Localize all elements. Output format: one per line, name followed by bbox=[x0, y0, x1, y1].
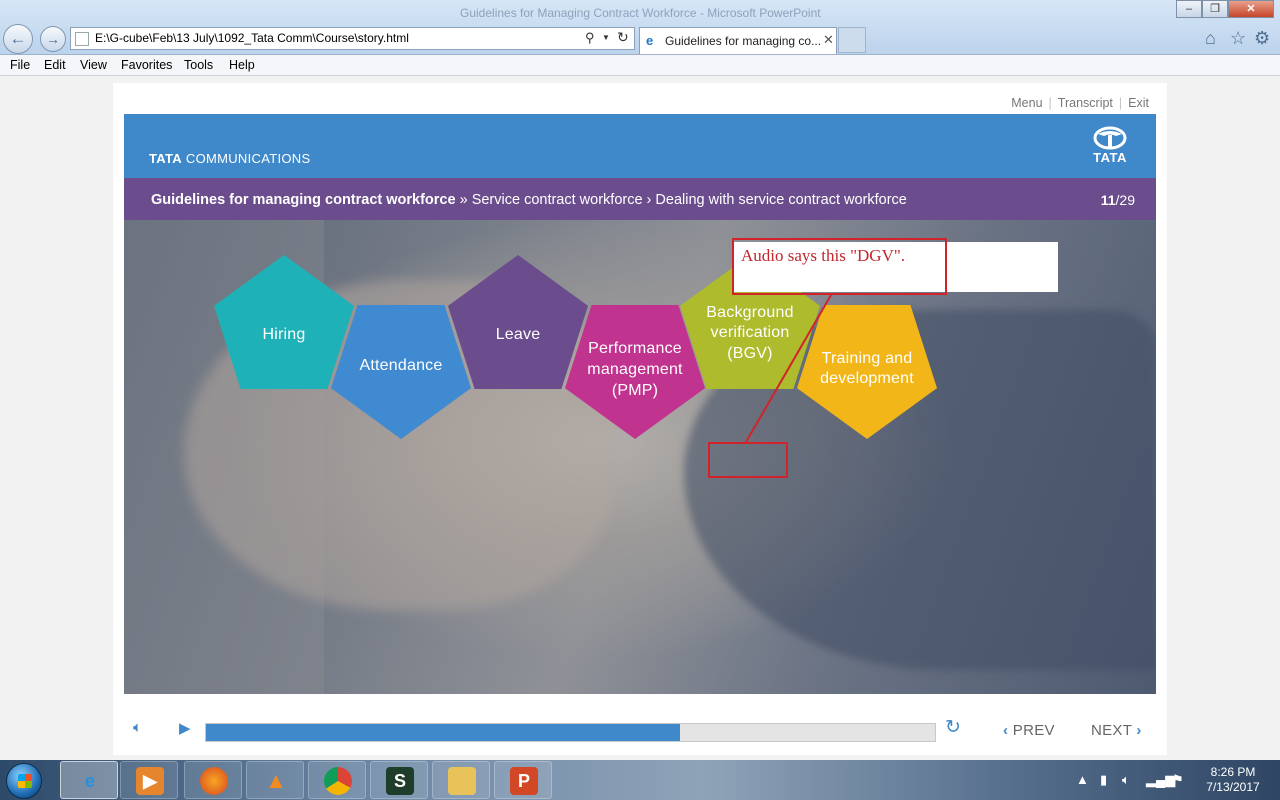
menu-tools[interactable]: Tools bbox=[184, 58, 213, 72]
clock-time: 8:26 PM bbox=[1210, 765, 1256, 779]
address-bar[interactable]: ⚲ ▼ ↻ bbox=[70, 27, 635, 50]
ie-page-icon: e bbox=[646, 33, 654, 48]
replay-icon[interactable]: ↻ bbox=[945, 716, 961, 739]
taskbar-chrome[interactable] bbox=[308, 761, 366, 799]
brand-header: TATA COMMUNICATIONS TATA bbox=[124, 114, 1156, 178]
windows-logo-icon bbox=[18, 774, 32, 788]
dropdown-icon[interactable]: ▼ bbox=[602, 33, 610, 42]
action-center-icon[interactable]: ⚑ bbox=[1172, 772, 1184, 788]
chevron-right-icon: › bbox=[1136, 722, 1142, 739]
menu-link[interactable]: Menu bbox=[1011, 96, 1042, 110]
browser-tab[interactable]: e Guidelines for managing co... ✕ bbox=[639, 27, 837, 54]
firefox-icon bbox=[200, 767, 228, 795]
play-icon[interactable]: ▶ bbox=[179, 719, 191, 737]
search-icon[interactable]: ⚲ bbox=[585, 30, 595, 46]
exit-link[interactable]: Exit bbox=[1128, 96, 1149, 110]
player-top-links: Menu | Transcript | Exit bbox=[1011, 96, 1149, 110]
powerpoint-icon: P bbox=[510, 767, 538, 795]
annotation-pointer-line bbox=[745, 294, 832, 443]
browser-titlebar: Guidelines for Managing Contract Workfor… bbox=[0, 0, 1280, 55]
browser-content: Menu | Transcript | Exit TATA COMMUNICATIONS… bbox=[0, 77, 1280, 760]
taskbar-ie[interactable]: e bbox=[60, 761, 118, 799]
menu-favorites[interactable]: Favorites bbox=[121, 58, 172, 72]
taskbar-firefox[interactable] bbox=[184, 761, 242, 799]
transcript-link[interactable]: Transcript bbox=[1058, 96, 1113, 110]
tata-logo-mark bbox=[1093, 126, 1127, 150]
forward-button[interactable]: → bbox=[40, 26, 66, 52]
menu-view[interactable]: View bbox=[80, 58, 107, 72]
page-icon bbox=[75, 32, 89, 46]
clock-date: 7/13/2017 bbox=[1206, 780, 1260, 794]
player-controls: 🔈︎ ▶ ↻ ‹ PREV NEXT › bbox=[113, 711, 1167, 751]
battery-icon[interactable]: ▮ bbox=[1100, 772, 1107, 788]
address-input[interactable] bbox=[95, 31, 565, 45]
handshake-photo: Hiring Attendance Leave Performance mana… bbox=[124, 220, 1156, 694]
volume-tray-icon[interactable]: 🔈︎ bbox=[1122, 772, 1130, 788]
breadcrumb-sep: » bbox=[455, 192, 472, 208]
chrome-icon bbox=[324, 767, 352, 795]
close-window-button[interactable]: ✕ bbox=[1228, 0, 1274, 18]
start-button[interactable] bbox=[6, 763, 42, 799]
tata-logo: TATA bbox=[1088, 126, 1132, 166]
storyline-icon: S bbox=[386, 767, 414, 795]
show-hidden-icons-icon[interactable]: ▲ bbox=[1076, 772, 1089, 787]
window-title: Guidelines for Managing Contract Workfor… bbox=[460, 6, 821, 20]
maximize-button[interactable]: ❐ bbox=[1202, 0, 1228, 18]
page-current: 11 bbox=[1100, 192, 1116, 208]
tata-logo-text: TATA bbox=[1093, 150, 1127, 165]
volume-icon[interactable]: 🔈︎ bbox=[133, 719, 142, 736]
system-clock[interactable]: 8:26 PM 7/13/2017 bbox=[1198, 765, 1268, 795]
network-icon[interactable]: ▂▄▆ bbox=[1146, 772, 1175, 788]
refresh-icon[interactable]: ↻ bbox=[617, 29, 629, 46]
brand-bold: TATA bbox=[149, 151, 182, 166]
breadcrumb-section: Service contract workforce bbox=[471, 192, 643, 208]
brand-rest: COMMUNICATIONS bbox=[181, 151, 311, 166]
progress-bar[interactable] bbox=[205, 723, 936, 742]
next-button[interactable]: NEXT › bbox=[1091, 722, 1142, 739]
breadcrumb-sep: › bbox=[642, 192, 656, 208]
menu-help[interactable]: Help bbox=[229, 58, 255, 72]
breadcrumb-topic: Dealing with service contract workforce bbox=[655, 192, 907, 208]
vlc-icon: ▲ bbox=[265, 768, 287, 793]
page-counter: 11/29 bbox=[1101, 192, 1135, 208]
windows-taskbar: e ▶ ▲ S P ▲ ▮ 🔈︎ ▂▄▆ ⚑ 8:26 PM 7/13/2017 bbox=[0, 760, 1280, 800]
menu-file[interactable]: File bbox=[10, 58, 30, 72]
breadcrumb: Guidelines for managing contract workfor… bbox=[124, 178, 1156, 220]
prev-label: PREV bbox=[1012, 722, 1055, 739]
chevron-left-icon: ‹ bbox=[1003, 722, 1009, 739]
taskbar-explorer[interactable] bbox=[432, 761, 490, 799]
home-icon[interactable]: ⌂ bbox=[1205, 28, 1216, 49]
slide: TATA COMMUNICATIONS TATA Guidelines for … bbox=[124, 114, 1156, 694]
taskbar-powerpoint[interactable]: P bbox=[494, 761, 552, 799]
settings-gear-icon[interactable]: ⚙ bbox=[1254, 28, 1270, 49]
breadcrumb-text: Guidelines for managing contract workfor… bbox=[151, 192, 907, 208]
new-tab-button[interactable] bbox=[838, 27, 866, 53]
brand-name: TATA COMMUNICATIONS bbox=[149, 151, 310, 166]
menu-bar: File Edit View Favorites Tools Help bbox=[0, 55, 1280, 76]
minimize-button[interactable]: ‒ bbox=[1176, 0, 1202, 18]
taskbar-media-player[interactable]: ▶ bbox=[120, 761, 178, 799]
next-label: NEXT bbox=[1091, 722, 1132, 739]
media-player-icon: ▶ bbox=[136, 767, 164, 795]
menu-edit[interactable]: Edit bbox=[44, 58, 66, 72]
arrow-left-icon: ← bbox=[9, 29, 27, 48]
favorites-star-icon[interactable]: ☆ bbox=[1230, 28, 1246, 49]
close-tab-icon[interactable]: ✕ bbox=[823, 32, 834, 48]
folder-icon bbox=[448, 767, 476, 795]
page-total: /29 bbox=[1115, 192, 1135, 208]
taskbar-vlc[interactable]: ▲ bbox=[246, 761, 304, 799]
taskbar-storyline[interactable]: S bbox=[370, 761, 428, 799]
tab-title: Guidelines for managing co... bbox=[665, 34, 822, 48]
ie-icon: e bbox=[84, 771, 95, 791]
back-button[interactable]: ← bbox=[3, 24, 33, 54]
prev-button[interactable]: ‹ PREV bbox=[1003, 722, 1055, 739]
course-player: Menu | Transcript | Exit TATA COMMUNICATIONS… bbox=[113, 83, 1167, 755]
breadcrumb-course: Guidelines for managing contract workfor… bbox=[151, 192, 456, 208]
arrow-right-icon: → bbox=[46, 31, 60, 47]
progress-fill bbox=[206, 724, 680, 741]
